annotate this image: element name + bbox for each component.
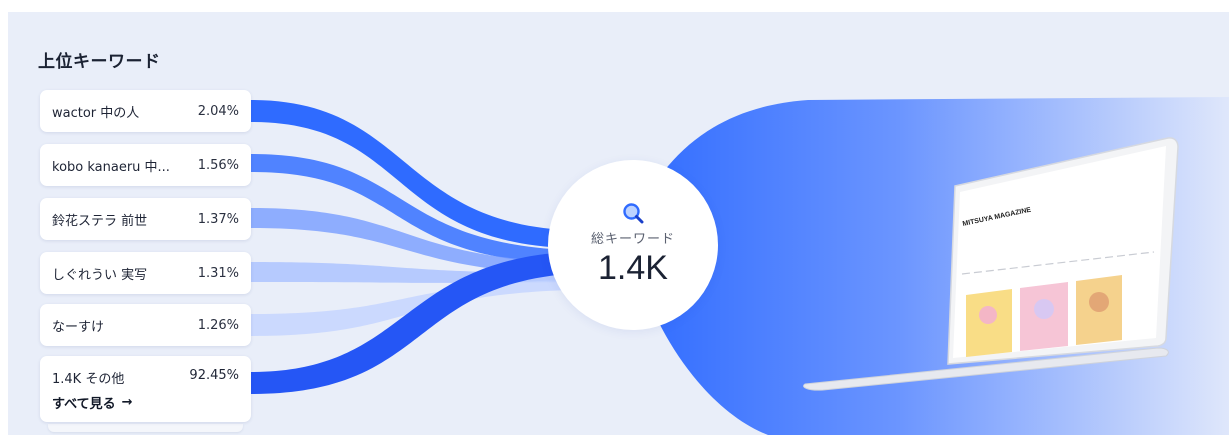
top-keywords-panel: 上位キーワード wactor 中の人 2.04% kobo kanaeru 中.… [8,12,1229,435]
article-thumbnail [1034,299,1054,319]
article-thumbnail [979,306,997,324]
article-thumbnail [1089,292,1109,312]
laptop-site-preview: MITSUYA MAGAZINE [803,137,1179,391]
